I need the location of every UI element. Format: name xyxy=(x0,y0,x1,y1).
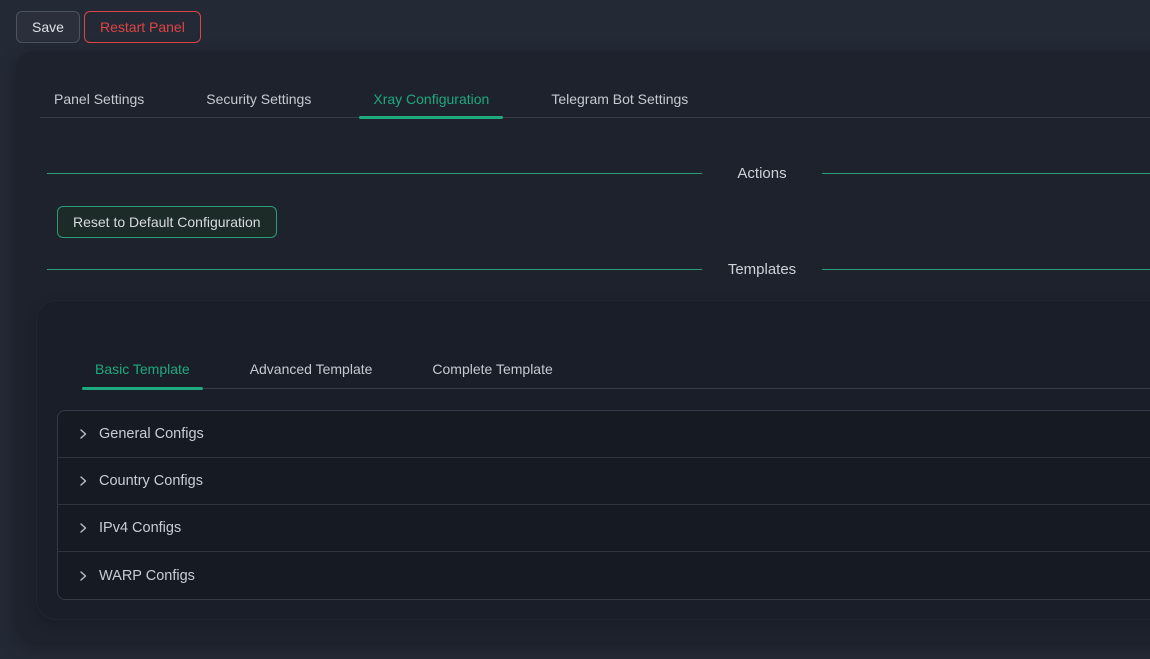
actions-section-title: Actions xyxy=(702,165,822,182)
tab-xray-configuration[interactable]: Xray Configuration xyxy=(359,80,503,117)
chevron-right-icon xyxy=(76,475,89,488)
templates-section-title: Templates xyxy=(702,261,822,278)
chevron-right-icon xyxy=(76,428,89,441)
settings-tab-bar: Panel Settings Security Settings Xray Co… xyxy=(40,80,1150,118)
top-toolbar: Save Restart Panel xyxy=(0,0,1150,51)
actions-section-divider: Actions xyxy=(47,161,1150,185)
accordion-item-label: WARP Configs xyxy=(99,568,195,584)
accordion-item-label: IPv4 Configs xyxy=(99,520,181,536)
accordion-item-country-configs[interactable]: Country Configs xyxy=(58,458,1150,505)
divider-line xyxy=(47,173,702,174)
accordion-item-label: General Configs xyxy=(99,426,204,442)
reset-default-configuration-button[interactable]: Reset to Default Configuration xyxy=(57,206,277,238)
divider-line xyxy=(822,269,1150,270)
template-config-accordion: General Configs Country Configs IPv4 Con… xyxy=(57,410,1150,600)
chevron-right-icon xyxy=(76,569,89,582)
accordion-item-label: Country Configs xyxy=(99,473,203,489)
settings-card: Panel Settings Security Settings Xray Co… xyxy=(16,51,1150,641)
templates-card: Basic Template Advanced Template Complet… xyxy=(36,300,1150,620)
tab-security-settings[interactable]: Security Settings xyxy=(192,80,325,117)
templates-section-divider: Templates xyxy=(47,257,1150,281)
restart-panel-button[interactable]: Restart Panel xyxy=(84,11,201,43)
accordion-item-warp-configs[interactable]: WARP Configs xyxy=(58,552,1150,599)
accordion-item-general-configs[interactable]: General Configs xyxy=(58,411,1150,458)
chevron-right-icon xyxy=(76,522,89,535)
tab-panel-settings[interactable]: Panel Settings xyxy=(40,80,158,117)
divider-line xyxy=(47,269,702,270)
template-tab-bar: Basic Template Advanced Template Complet… xyxy=(82,350,1150,389)
tab-basic-template[interactable]: Basic Template xyxy=(82,350,203,388)
tab-complete-template[interactable]: Complete Template xyxy=(419,350,565,388)
tab-advanced-template[interactable]: Advanced Template xyxy=(237,350,386,388)
tab-telegram-bot-settings[interactable]: Telegram Bot Settings xyxy=(537,80,702,117)
accordion-item-ipv4-configs[interactable]: IPv4 Configs xyxy=(58,505,1150,552)
save-button[interactable]: Save xyxy=(16,11,80,43)
divider-line xyxy=(822,173,1150,174)
